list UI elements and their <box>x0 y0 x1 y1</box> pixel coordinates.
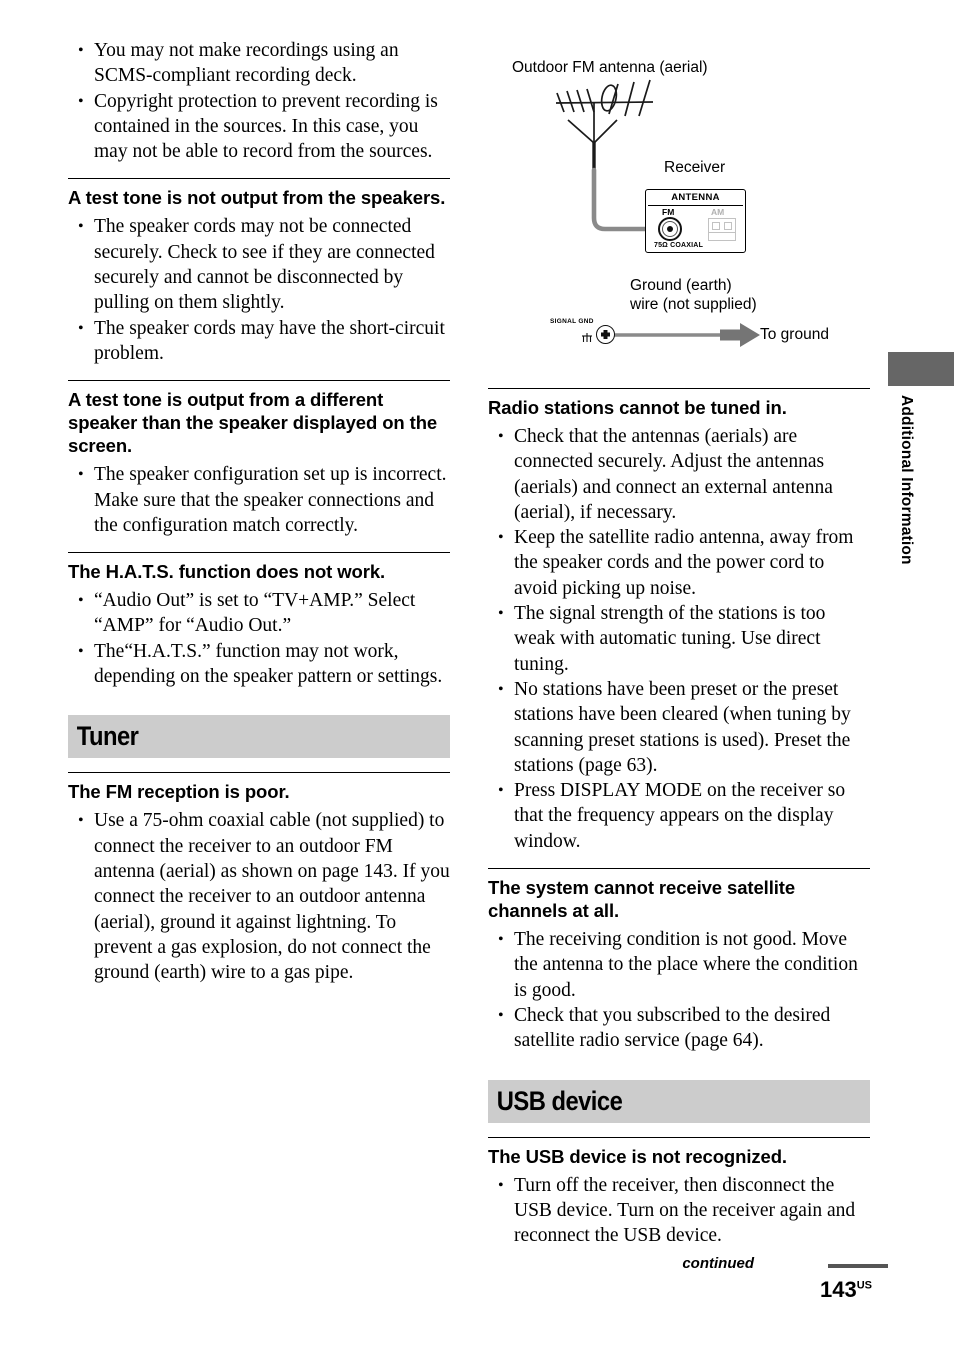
fm-antenna-connection-diagram: Outdoor FM antenna (aerial) Receiver ANT… <box>488 46 888 366</box>
answer-bullet-list: “Audio Out” is set to “TV+AMP.” Select “… <box>68 588 450 689</box>
answer-bullet-list: The speaker cords may not be connected s… <box>68 214 450 366</box>
list-item: The signal strength of the stations is t… <box>488 601 870 677</box>
list-item: Keep the satellite radio antenna, away f… <box>488 525 870 601</box>
label-to-ground: To ground <box>760 326 829 343</box>
right-column: Radio stations cannot be tuned in. Check… <box>488 388 870 1248</box>
am-terminal-icon <box>708 218 736 241</box>
page-number: 143US <box>820 1277 872 1303</box>
question-heading-fm-reception-poor: The FM reception is poor. <box>68 772 450 803</box>
list-item: The speaker cords may have the short-cir… <box>68 316 450 367</box>
intro-bullet-list: You may not make recordings using an SCM… <box>68 38 450 164</box>
page-number-suffix: US <box>856 1279 872 1292</box>
list-item: You may not make recordings using an SCM… <box>68 38 450 89</box>
fm-jack-label: FM <box>662 207 675 217</box>
footer-rule <box>828 1264 888 1268</box>
side-tab-label: Additional Information <box>898 395 915 565</box>
question-heading-test-tone-not-output: A test tone is not output from the speak… <box>68 178 450 209</box>
list-item: The receiving condition is not good. Mov… <box>488 927 870 1003</box>
answer-bullet-list: Turn off the receiver, then disconnect t… <box>488 1173 870 1249</box>
list-item: The“H.A.T.S.” function may not work, dep… <box>68 639 450 690</box>
list-item: The speaker cords may not be connected s… <box>68 214 450 315</box>
answer-bullet-list: The speaker configuration set up is inco… <box>68 462 450 538</box>
list-item: Use a 75-ohm coaxial cable (not supplied… <box>68 808 450 985</box>
am-terminal-label: AM <box>711 207 725 217</box>
list-item: Press DISPLAY MODE on the receiver so th… <box>488 778 870 854</box>
list-item: No stations have been preset or the pres… <box>488 677 870 778</box>
question-heading-hats-function: The H.A.T.S. function does not work. <box>68 552 450 583</box>
signal-gnd-terminal-icon <box>596 325 615 344</box>
list-item: “Audio Out” is set to “TV+AMP.” Select “… <box>68 588 450 639</box>
connector-panel-title: ANTENNA <box>671 192 720 203</box>
coaxial-impedance-label: 75Ω COAXIAL <box>654 242 704 249</box>
section-title: USB device <box>496 1085 623 1116</box>
answer-bullet-list: The receiving condition is not good. Mov… <box>488 927 870 1053</box>
label-ground-wire: Ground (earth) wire (not supplied) <box>630 276 757 314</box>
left-column: You may not make recordings using an SCM… <box>68 38 450 985</box>
question-heading-usb-not-recognized: The USB device is not recognized. <box>488 1136 870 1168</box>
section-bar-tuner: Tuner <box>68 715 450 759</box>
page-number-value: 143 <box>820 1277 857 1302</box>
page-footer: continued 143US <box>0 1255 954 1325</box>
list-item: Check that you subscribed to the desired… <box>488 1003 870 1054</box>
answer-bullet-list: Use a 75-ohm coaxial cable (not supplied… <box>68 808 450 985</box>
manual-page: You may not make recordings using an SCM… <box>0 0 954 1352</box>
signal-gnd-label: SIGNAL GND <box>550 318 594 325</box>
side-tab-marker <box>888 352 954 386</box>
to-ground-arrow-icon <box>720 323 760 347</box>
list-item: Copyright protection to prevent recordin… <box>68 89 450 165</box>
question-heading-test-tone-different-speaker: A test tone is output from a different s… <box>68 380 450 457</box>
continued-label: continued <box>682 1255 754 1272</box>
antenna-connector-panel: ANTENNA FM AM 75Ω COAXIAL <box>645 189 746 253</box>
am-terminal-divider <box>708 232 736 234</box>
list-item: Turn off the receiver, then disconnect t… <box>488 1173 870 1249</box>
label-ground-wire-line1: Ground (earth) <box>630 277 732 294</box>
section-title: Tuner <box>76 721 139 752</box>
answer-bullet-list: Check that the antennas (aerials) are co… <box>488 424 870 854</box>
label-ground-wire-line2: wire (not supplied) <box>630 296 757 313</box>
list-item: Check that the antennas (aerials) are co… <box>488 424 870 525</box>
earth-ground-icon <box>582 333 592 342</box>
question-heading-satellite-channels: The system cannot receive satellite chan… <box>488 868 870 922</box>
list-item: The speaker configuration set up is inco… <box>68 462 450 538</box>
label-outdoor-antenna: Outdoor FM antenna (aerial) <box>512 59 708 76</box>
label-receiver: Receiver <box>664 159 726 176</box>
fm-coaxial-jack-ring-icon <box>662 221 678 237</box>
question-heading-radio-stations-not-tuned: Radio stations cannot be tuned in. <box>488 388 870 419</box>
antenna-icon <box>555 79 654 144</box>
section-bar-usb-device: USB device <box>488 1079 870 1123</box>
